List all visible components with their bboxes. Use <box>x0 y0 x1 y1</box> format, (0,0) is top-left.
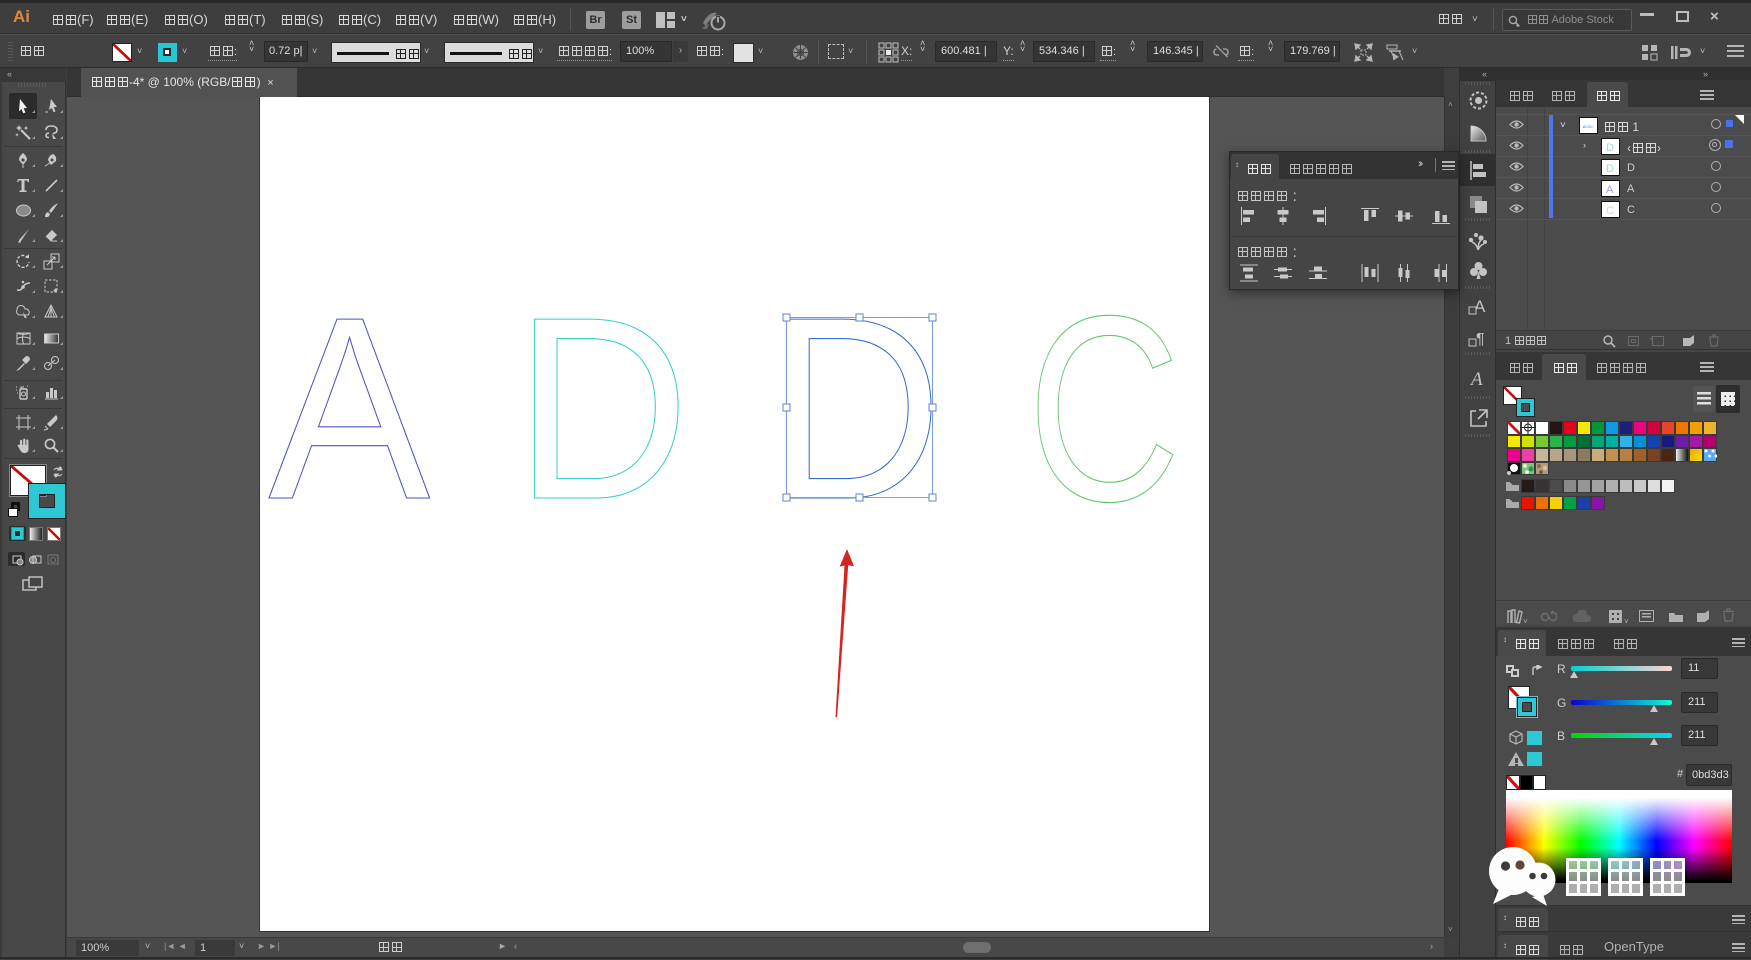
svg-text:D: D <box>766 264 942 554</box>
svg-text:D: D <box>1606 142 1614 154</box>
svg-text:A: A <box>1606 184 1614 196</box>
svg-text:D: D <box>1606 163 1614 175</box>
svg-text:C: C <box>1606 205 1614 217</box>
svg-text:C: C <box>1027 261 1181 556</box>
svg-text:A: A <box>269 263 431 554</box>
svg-text:¶: ¶ <box>1476 331 1485 348</box>
svg-text:A: A <box>1469 369 1483 389</box>
svg-text:D: D <box>515 263 690 554</box>
